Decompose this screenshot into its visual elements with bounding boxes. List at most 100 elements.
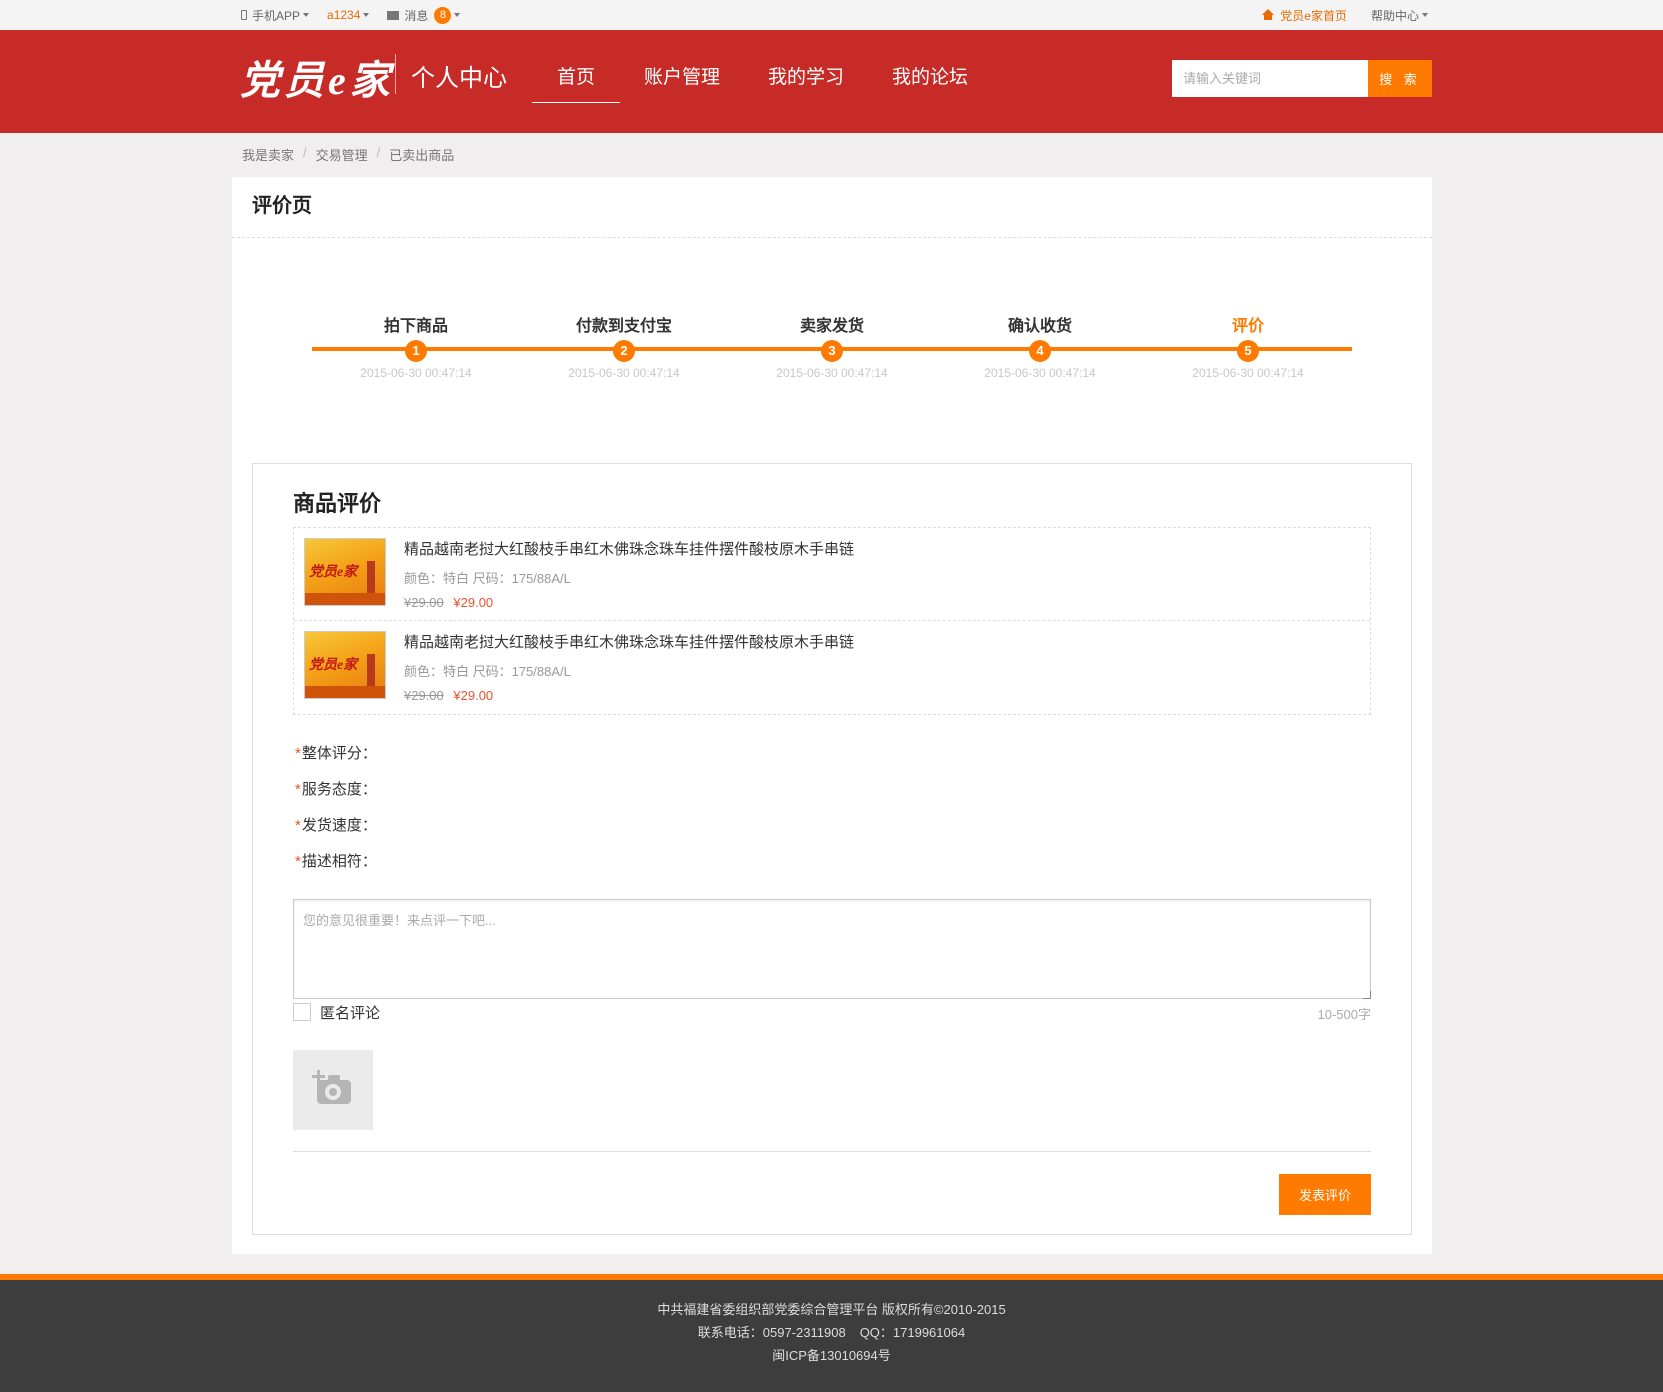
product-spec: 颜色：特白 尺码：175/88A/L	[404, 571, 571, 586]
page-title: 评价页	[232, 177, 1432, 238]
step-number: 4	[1029, 340, 1051, 362]
mobile-app-menu[interactable]: 手机APP	[241, 7, 310, 24]
chevron-down-icon	[1422, 13, 1428, 17]
chevron-down-icon	[303, 13, 310, 17]
char-count-hint: 10-500字	[1317, 1007, 1371, 1022]
product-name[interactable]: 精品越南老挝大红酸枝手串红木佛珠念珠车挂件摆件酸枝原木手串链	[404, 538, 854, 559]
checkbox-box[interactable]	[293, 1002, 311, 1021]
username: a1234	[327, 8, 361, 22]
anonymous-checkbox[interactable]: 匿名评论	[293, 1002, 380, 1023]
rating-shipping[interactable]: *发货速度：	[295, 814, 377, 850]
step-number: 1	[405, 340, 427, 362]
original-price: ¥29.00	[404, 688, 444, 703]
footer-qq: QQ：1719961064	[859, 1325, 966, 1340]
breadcrumb-seller[interactable]: 我是卖家	[242, 145, 294, 164]
footer-contact: 联系电话：0597-2311908 QQ：1719961064	[0, 1321, 1663, 1344]
mail-icon	[387, 10, 400, 20]
step-label: 卖家发货	[799, 318, 864, 335]
step-number: 5	[1237, 340, 1259, 362]
footer: 中共福建省委组织部党委综合管理平台 版权所有©2010-2015 联系电话：05…	[0, 1274, 1663, 1392]
thumbnail-tower-shape	[367, 654, 375, 686]
site-home-link[interactable]: 党员e家首页	[1262, 7, 1347, 24]
step-5: 评价 5 2015-06-30 00:47:14	[1144, 312, 1352, 380]
product-info: 精品越南老挝大红酸枝手串红木佛珠念珠车挂件摆件酸枝原木手串链 颜色：特白 尺码：…	[404, 631, 854, 703]
logo-subtitle: 个人中心	[411, 65, 507, 92]
list-item: 党员e家 精品越南老挝大红酸枝手串红木佛珠念珠车挂件摆件酸枝原木手串链 颜色：特…	[294, 621, 1370, 714]
step-4: 确认收货 4 2015-06-30 00:47:14	[936, 312, 1144, 380]
step-label: 评价	[1231, 318, 1264, 335]
submit-review-button[interactable]: 发表评价	[1279, 1174, 1371, 1215]
phone-icon	[241, 10, 247, 20]
anonymous-label: 匿名评论	[320, 1005, 381, 1022]
site-home-label: 党员e家首页	[1280, 8, 1347, 23]
rating-overall[interactable]: *整体评分：	[295, 742, 377, 778]
product-name[interactable]: 精品越南老挝大红酸枝手串红木佛珠念珠车挂件摆件酸枝原木手串链	[404, 631, 854, 652]
breadcrumb-trade[interactable]: 交易管理	[316, 145, 368, 164]
nav-home[interactable]: 首页	[532, 30, 621, 133]
rating-service[interactable]: *服务态度：	[295, 778, 377, 814]
thumbnail-tower-shape	[367, 561, 375, 593]
camera-icon	[317, 1080, 351, 1104]
messages-label: 消息	[404, 8, 429, 23]
thumbnail-logo-text: 党员e家	[309, 658, 358, 673]
breadcrumb: 我是卖家 / 交易管理 / 已卖出商品	[242, 145, 454, 164]
order-progress: 拍下商品 1 2015-06-30 00:47:14 付款到支付宝 2 2015…	[312, 312, 1352, 392]
rating-label: 发货速度：	[301, 817, 377, 834]
required-mark: *	[295, 817, 301, 834]
product-price: ¥29.00 ¥29.00	[404, 688, 854, 703]
user-menu[interactable]: a1234	[327, 8, 370, 22]
thumbnail-logo-text: 党员e家	[309, 565, 358, 580]
divider	[293, 1151, 1371, 1152]
product-thumbnail[interactable]: 党员e家	[304, 631, 386, 699]
current-price: ¥29.00	[453, 688, 494, 703]
list-item: 党员e家 精品越南老挝大红酸枝手串红木佛珠念珠车挂件摆件酸枝原木手串链 颜色：特…	[294, 528, 1370, 621]
product-thumbnail[interactable]: 党员e家	[304, 538, 386, 606]
review-section-title: 商品评价	[293, 491, 382, 516]
upload-photo-button[interactable]	[293, 1050, 373, 1130]
help-center-label: 帮助中心	[1370, 8, 1419, 23]
step-1: 拍下商品 1 2015-06-30 00:47:14	[312, 312, 520, 380]
rating-label: 服务态度：	[301, 781, 377, 798]
step-3: 卖家发货 3 2015-06-30 00:47:14	[728, 312, 936, 380]
chevron-down-icon	[363, 13, 370, 17]
logo-divider	[395, 54, 396, 94]
chevron-down-icon	[454, 13, 461, 17]
help-center-menu[interactable]: 帮助中心	[1371, 7, 1428, 24]
step-number: 2	[613, 340, 635, 362]
current-price: ¥29.00	[453, 595, 494, 610]
product-info: 精品越南老挝大红酸枝手串红木佛珠念珠车挂件摆件酸枝原木手串链 颜色：特白 尺码：…	[404, 538, 854, 610]
logo[interactable]: 党员e家	[240, 48, 394, 106]
step-time: 2015-06-30 00:47:14	[984, 366, 1096, 380]
step-time: 2015-06-30 00:47:14	[568, 366, 680, 380]
top-bar: 手机APP a1234 消息 8 党员e家首页 帮助中心	[0, 0, 1663, 30]
breadcrumb-sold: 已卖出商品	[389, 148, 455, 163]
rating-label: 描述相符：	[301, 853, 377, 870]
product-price: ¥29.00 ¥29.00	[404, 595, 854, 610]
thumbnail-ground-shape	[305, 593, 385, 605]
step-2: 付款到支付宝 2 2015-06-30 00:47:14	[520, 312, 728, 380]
main-nav: 首页 账户管理 我的学习 我的论坛	[532, 30, 992, 133]
comment-textarea[interactable]	[293, 899, 1371, 999]
step-label: 付款到支付宝	[575, 318, 672, 335]
required-mark: *	[295, 745, 301, 762]
nav-forum[interactable]: 我的论坛	[868, 30, 992, 133]
header: 党员e家 个人中心 首页 账户管理 我的学习 我的论坛 搜 索	[0, 30, 1663, 133]
rating-fields: *整体评分： *服务态度： *发货速度： *描述相符：	[295, 742, 377, 886]
rating-label: 整体评分：	[301, 745, 377, 762]
footer-phone: 联系电话：0597-2311908	[697, 1325, 846, 1340]
home-icon	[1262, 9, 1275, 20]
rating-description[interactable]: *描述相符：	[295, 850, 377, 886]
step-time: 2015-06-30 00:47:14	[776, 366, 888, 380]
search-input[interactable]	[1172, 60, 1368, 97]
step-number: 3	[821, 340, 843, 362]
nav-account[interactable]: 账户管理	[620, 30, 744, 133]
messages-menu[interactable]: 消息 8	[387, 6, 461, 24]
footer-copyright: 中共福建省委组织部党委综合管理平台 版权所有©2010-2015	[657, 1302, 1006, 1317]
resize-handle[interactable]	[1363, 991, 1371, 999]
nav-study[interactable]: 我的学习	[744, 30, 868, 133]
step-time: 2015-06-30 00:47:14	[360, 366, 472, 380]
required-mark: *	[295, 853, 301, 870]
search-button[interactable]: 搜 索	[1368, 60, 1432, 97]
step-label: 拍下商品	[383, 318, 448, 335]
footer-icp: 闽ICP备13010694号	[772, 1348, 891, 1363]
